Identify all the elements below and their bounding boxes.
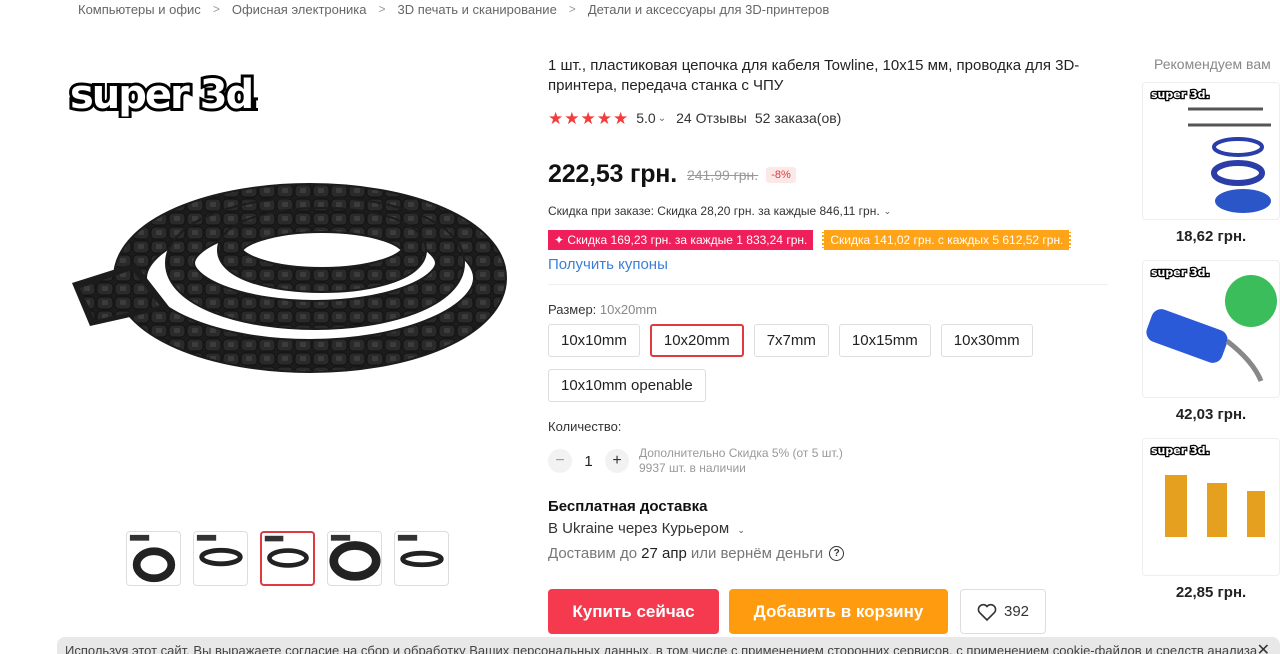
star-icon: ★ [613, 108, 629, 128]
heart-icon [977, 603, 997, 621]
delivery-prefix: Доставим до [548, 545, 638, 562]
thumbnail-3[interactable] [260, 531, 315, 586]
thumbnail-5[interactable] [394, 531, 449, 586]
size-option-10x30[interactable]: 10x30mm [940, 324, 1033, 357]
recommendation-image: super 3d. [1142, 82, 1280, 220]
action-buttons: Купить сейчас Добавить в корзину 392 [548, 589, 1046, 634]
wishlist-count: 392 [1003, 603, 1030, 620]
svg-text:super 3d.: super 3d. [1151, 444, 1210, 457]
close-icon[interactable]: ✕ [1257, 640, 1270, 654]
orders-count: 52 заказа(ов) [754, 110, 842, 126]
size-option-10x15[interactable]: 10x15mm [838, 324, 931, 357]
buy-now-button[interactable]: Купить сейчас [548, 589, 719, 634]
size-option-10x10-openable[interactable]: 10x10mm openable [548, 369, 706, 402]
recommendation-image: super 3d. [1142, 260, 1280, 398]
svg-text:super 3d.: super 3d. [1151, 88, 1210, 101]
size-option-7x7[interactable]: 7x7mm [753, 324, 829, 357]
rating-value[interactable]: 5.0 [636, 110, 655, 126]
old-price: 241,99 грн. [686, 166, 759, 183]
product-info: 1 шт., пластиковая цепочка для кабеля To… [548, 56, 1108, 634]
delivery-suffix: или вернём деньги [690, 545, 824, 562]
recommendation-card[interactable]: super 3d. 18,62 грн. [1142, 82, 1280, 245]
help-icon[interactable]: ? [829, 546, 845, 561]
get-coupons-link[interactable]: Получить купоны [548, 256, 668, 273]
cookie-banner: Используя этот сайт, Вы выражаете соглас… [57, 637, 1280, 654]
svg-text:super 3d.: super 3d. [1151, 266, 1210, 279]
rating-stars: ★ ★ ★ ★ ★ [548, 110, 628, 127]
add-to-cart-button[interactable]: Добавить в корзину [729, 589, 948, 634]
size-option-10x20[interactable]: 10x20mm [649, 324, 744, 357]
star-icon: ★ [548, 108, 564, 128]
size-label: Размер: 10x20mm [548, 302, 657, 317]
recommendation-image: super 3d. [1142, 438, 1280, 576]
shipping-title: Бесплатная доставка [548, 498, 708, 515]
coupon-orange[interactable]: Скидка 141,02 грн. с каждых 5 612,52 грн… [822, 230, 1072, 250]
size-label-text: Размер: [548, 302, 597, 317]
size-selected-value: 10x20mm [599, 302, 657, 317]
cookie-banner-text: Используя этот сайт, Вы выражаете соглас… [65, 643, 1258, 654]
coupon-red[interactable]: ✦ Скидка 169,23 грн. за каждые 1 833,24 … [548, 230, 814, 250]
delivery-date: 27 апр [641, 545, 687, 562]
price-row: 222,53 грн. 241,99 грн. -8% [548, 160, 796, 189]
current-price: 222,53 грн. [548, 160, 677, 188]
recommendations: Рекомендуем вам super 3d. 18,62 грн. sup… [1142, 56, 1280, 601]
wishlist-button[interactable]: 392 [960, 589, 1046, 634]
chevron-down-icon[interactable]: ⌄ [658, 113, 666, 124]
thumbnail-strip [126, 531, 449, 586]
shipping-method-selector[interactable]: В Ukraine через Курьером ⌄ [548, 520, 745, 537]
thumbnail-4[interactable] [327, 531, 382, 586]
star-icon: ★ [564, 108, 580, 128]
breadcrumb-item-3d-printer-parts[interactable]: Детали и аксессуары для 3D-принтеров [588, 2, 829, 17]
chevron-down-icon: ⌄ [883, 205, 892, 216]
order-discount-text: Скидка при заказе: Скидка 28,20 грн. за … [548, 204, 880, 218]
delivery-estimate: Доставим до 27 апр или вернём деньги ? [548, 545, 845, 562]
thumbnail-1[interactable] [126, 531, 181, 586]
order-discount[interactable]: Скидка при заказе: Скидка 28,20 грн. за … [548, 204, 891, 218]
bulk-discount: Дополнительно Скидка 5% (от 5 шт.) [639, 446, 843, 460]
shipping-method-text: В Ukraine через Курьером [548, 520, 730, 537]
quantity-label: Количество: [548, 419, 622, 434]
star-icon: ★ [580, 108, 596, 128]
thumbnail-2[interactable] [193, 531, 248, 586]
coupons: ✦ Скидка 169,23 грн. за каждые 1 833,24 … [548, 230, 1072, 250]
quantity-value[interactable]: 1 [572, 453, 605, 470]
recommendation-card[interactable]: super 3d. 42,03 грн. [1142, 260, 1280, 423]
divider [548, 284, 1108, 285]
chevron-down-icon: ⌄ [737, 525, 745, 535]
size-options: 10x10mm 10x20mm 7x7mm 10x15mm 10x30mm 10… [548, 324, 1088, 402]
rating-row: ★ ★ ★ ★ ★ 5.0 ⌄ 24 Отзывы 52 заказа(ов) [548, 108, 1108, 128]
product-title: 1 шт., пластиковая цепочка для кабеля To… [548, 57, 1080, 94]
chevron-right-icon: > [378, 2, 386, 16]
stock-count: 9937 шт. в наличии [639, 461, 746, 475]
svg-text:super 3d.: super 3d. [70, 72, 258, 118]
recommendations-title: Рекомендуем вам [1154, 56, 1271, 72]
quantity-info: Дополнительно Скидка 5% (от 5 шт.) 9937 … [639, 446, 843, 476]
recommendation-price: 42,03 грн. [1175, 406, 1247, 423]
recommendation-price: 18,62 грн. [1175, 228, 1247, 245]
chevron-right-icon: > [568, 2, 576, 16]
breadcrumb-item-computers[interactable]: Компьютеры и офис [78, 2, 201, 17]
brand-logo: super 3d. [67, 68, 270, 121]
star-icon: ★ [596, 108, 612, 128]
discount-badge: -8% [766, 166, 796, 183]
chevron-right-icon: > [212, 2, 220, 16]
quantity-stepper: − 1 + Дополнительно Скидка 5% (от 5 шт.)… [548, 446, 843, 476]
breadcrumb-item-office-electronics[interactable]: Офисная электроника [232, 2, 367, 17]
size-option-10x10[interactable]: 10x10mm [548, 324, 640, 357]
recommendation-card[interactable]: super 3d. 22,85 грн. [1142, 438, 1280, 601]
breadcrumb-item-3d-printing[interactable]: 3D печать и сканирование [398, 2, 557, 17]
quantity-minus-button[interactable]: − [548, 449, 572, 473]
recommendation-price: 22,85 грн. [1175, 584, 1247, 601]
breadcrumb: Компьютеры и офис > Офисная электроника … [78, 0, 829, 18]
reviews-link[interactable]: 24 Отзывы [676, 110, 747, 126]
quantity-plus-button[interactable]: + [605, 449, 629, 473]
